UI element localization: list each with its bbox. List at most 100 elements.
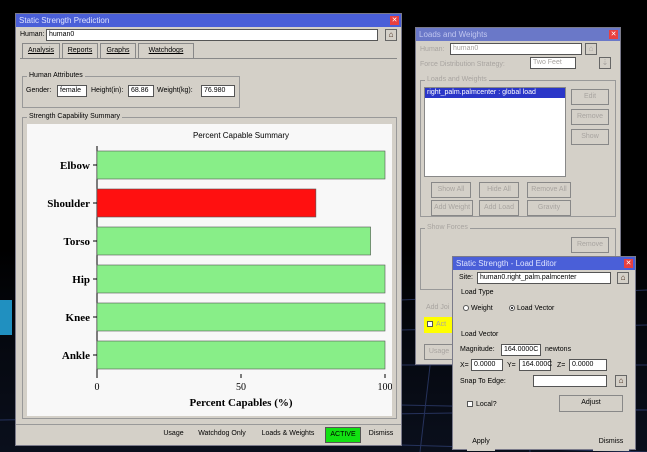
tab-analysis[interactable]: Analysis xyxy=(22,43,60,58)
loads-list[interactable]: right_palm.palmcenter : global load xyxy=(424,87,566,177)
y-tick-label-hip: Hip xyxy=(72,274,90,286)
active-button[interactable]: ACTIVE xyxy=(325,427,361,443)
adjust-button[interactable]: Adjust xyxy=(559,395,623,412)
add-joint-label: Add Joi xyxy=(426,304,450,311)
edit-button[interactable]: Edit xyxy=(571,89,609,105)
loads-human-field[interactable]: human0 xyxy=(450,43,582,55)
usage-button[interactable]: Usage xyxy=(157,427,190,443)
weight-option[interactable]: Weight xyxy=(463,304,493,314)
active-checkbox xyxy=(427,321,433,328)
load-type-group: Load Type Weight Load Vector xyxy=(458,289,630,317)
weight-label: Weight(kg): xyxy=(157,87,193,94)
y-tick-label-knee: Knee xyxy=(66,312,91,324)
bar-torso xyxy=(96,226,371,256)
z-field[interactable]: 0.0000 xyxy=(569,359,607,371)
x-field[interactable]: 0.0000 xyxy=(471,359,503,371)
y-field[interactable]: 164.000C xyxy=(519,359,552,371)
human-attributes-group: Human Attributes Gender: female Height(i… xyxy=(22,72,240,108)
load-vector-group: Load Vector Magnitude: 164.0000C newtons… xyxy=(458,331,630,395)
gender-label: Gender: xyxy=(26,87,52,94)
percent-capable-chart: Percent Capable Summary Elbow Shoulder Tors… xyxy=(47,131,393,409)
weight-field: 76.980 xyxy=(201,85,235,97)
watchdog-only-button[interactable]: Watchdog Only xyxy=(192,427,252,443)
show-button[interactable]: Show xyxy=(571,129,609,145)
strength-summary-title: Strength Capability Summary xyxy=(27,113,123,120)
show-all-button[interactable]: Show All xyxy=(431,182,471,198)
z-label: Z= xyxy=(557,362,566,369)
site-label: Site: xyxy=(459,274,474,281)
load-type-title: Load Type xyxy=(459,289,496,296)
hide-all-button[interactable]: Hide All xyxy=(479,182,519,198)
human-label: Human: xyxy=(20,31,45,38)
forces-remove-button[interactable]: Remove xyxy=(571,237,609,253)
loads-usage-button[interactable]: Usage xyxy=(424,344,454,360)
height-field: 68.86 xyxy=(128,85,154,97)
local-checkbox[interactable] xyxy=(467,401,473,408)
tab-reports[interactable]: Reports xyxy=(62,43,98,58)
gravity-button[interactable]: Gravity xyxy=(527,200,571,216)
loads-group: Loads and Weights right_palm.palmcenter … xyxy=(420,76,616,217)
x-label: X= xyxy=(460,362,469,369)
strategy-dropdown-icon[interactable]: ⇣ xyxy=(599,57,611,69)
main-titlebar[interactable]: Static Strength Prediction ✕ xyxy=(16,14,401,27)
bar-hip xyxy=(96,264,386,294)
strategy-field[interactable]: Two Feet xyxy=(530,57,576,69)
active-toggle-label: Act xyxy=(436,321,447,328)
loads-weights-button[interactable]: Loads & Weights xyxy=(254,427,322,443)
x-tick-label-0: 0 xyxy=(95,382,100,393)
loads-titlebar[interactable]: Loads and Weights ✕ xyxy=(416,28,620,41)
dismiss-button[interactable]: Dismiss xyxy=(364,427,398,443)
loads-human-label: Human: xyxy=(420,46,445,53)
tab-graphs[interactable]: Graphs xyxy=(100,43,136,58)
editor-titlebar[interactable]: Static Strength - Load Editor ✕ xyxy=(453,257,635,270)
human-attributes-title: Human Attributes xyxy=(27,72,85,79)
gender-field: female xyxy=(57,85,87,97)
y-tick-label-torso: Torso xyxy=(64,236,91,248)
magnitude-unit: newtons xyxy=(545,346,572,353)
remove-all-button[interactable]: Remove All xyxy=(527,182,571,198)
tab-divider xyxy=(20,58,397,59)
loads-title: Loads and Weights xyxy=(419,30,488,39)
human-select-icon[interactable]: ⌂ xyxy=(385,29,397,41)
bar-elbow xyxy=(96,150,386,180)
list-item[interactable]: right_palm.palmcenter : global load xyxy=(425,88,565,98)
load-editor-window: Static Strength - Load Editor ✕ Site: hu… xyxy=(452,256,636,451)
bar-knee xyxy=(96,302,386,332)
y-label: Y= xyxy=(507,362,516,369)
snap-field[interactable] xyxy=(533,375,607,387)
human-field[interactable]: human0 xyxy=(46,29,378,41)
local-option-label: Local? xyxy=(476,401,497,408)
add-weight-button[interactable]: Add Weight xyxy=(431,200,473,216)
weight-radio[interactable] xyxy=(463,305,469,312)
bar-shoulder xyxy=(96,188,317,218)
loads-human-icon[interactable]: ⌂ xyxy=(585,43,597,55)
magnitude-label: Magnitude: xyxy=(460,346,495,353)
add-load-button[interactable]: Add Load xyxy=(479,200,519,216)
strength-summary-group: Strength Capability Summary Percent Capa… xyxy=(22,113,397,419)
editor-dismiss-button[interactable]: Dismiss xyxy=(593,435,629,451)
site-select-icon[interactable]: ⌂ xyxy=(617,272,629,284)
chart-title: Percent Capable Summary xyxy=(193,131,289,140)
editor-close-button[interactable]: ✕ xyxy=(624,259,633,268)
bar-ankle xyxy=(96,340,386,370)
load-vector-option[interactable]: Load Vector xyxy=(509,304,554,314)
loads-group-title: Loads and Weights xyxy=(425,76,489,83)
tab-watchdogs[interactable]: Watchdogs xyxy=(138,43,194,58)
remove-button[interactable]: Remove xyxy=(571,109,609,125)
site-field[interactable]: human0.right_palm.palmcenter xyxy=(477,272,611,284)
weight-option-label: Weight xyxy=(471,305,493,312)
strategy-label: Force Distribution Strategy: xyxy=(420,61,505,68)
load-vector-option-label: Load Vector xyxy=(517,305,555,312)
static-strength-window: Static Strength Prediction ✕ Human: huma… xyxy=(15,13,402,446)
main-close-button[interactable]: ✕ xyxy=(390,16,399,25)
local-option[interactable]: Local? xyxy=(467,400,497,410)
snap-select-icon[interactable]: ⌂ xyxy=(615,375,627,387)
apply-button[interactable]: Apply xyxy=(467,435,495,451)
x-axis-label: Percent Capables (%) xyxy=(189,397,292,409)
x-tick-label-50: 50 xyxy=(236,382,246,393)
loads-close-button[interactable]: ✕ xyxy=(609,30,618,39)
x-tick-label-100: 100 xyxy=(378,382,393,393)
magnitude-field[interactable]: 164.0000C xyxy=(501,344,541,356)
load-vector-radio[interactable] xyxy=(509,305,515,312)
y-tick-label-shoulder: Shoulder xyxy=(47,198,90,210)
